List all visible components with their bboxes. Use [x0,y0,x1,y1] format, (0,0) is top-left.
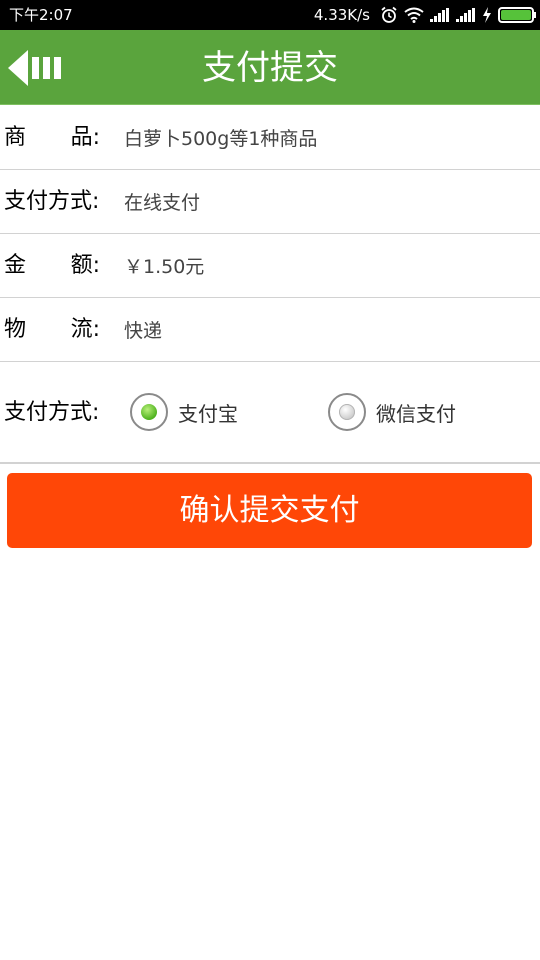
status-icons: 4.33K/s [313,4,536,26]
product-label: 商 品: [4,125,100,150]
status-bar: 下午2:07 4.33K/s [0,0,540,30]
payment-method-label: 支付方式: [4,189,100,214]
order-info-list: 商 品: 白萝卜500g等1种商品 支付方式: 在线支付 金 额: ￥1.50元… [0,106,540,362]
payment-option-row: 支付方式: 支付宝 微信支付 [0,362,540,464]
page-title: 支付提交 [202,48,338,88]
product-row: 商 品: 白萝卜500g等1种商品 [0,106,540,170]
wifi-icon [404,7,424,23]
wechat-pay-label: 微信支付 [376,401,456,426]
status-time: 下午2:07 [9,6,73,24]
confirm-submit-payment-button[interactable]: 确认提交支付 [7,473,532,548]
payment-option-label: 支付方式: [4,400,100,425]
signal-icon [456,8,475,22]
network-speed: 4.33K/s [313,6,370,24]
alipay-label: 支付宝 [178,401,238,426]
battery-icon [498,7,536,23]
amount-row: 金 额: ￥1.50元 [0,234,540,298]
app-bar: 支付提交 [0,30,540,105]
payment-method-value: 在线支付 [124,192,201,214]
amount-label: 金 额: [4,253,100,278]
wechat-pay-radio[interactable]: 微信支付 [328,389,456,435]
product-value: 白萝卜500g等1种商品 [124,128,318,150]
alarm-icon [381,6,397,23]
signal-icon [430,8,449,22]
charging-icon [483,7,491,23]
alipay-radio[interactable]: 支付宝 [130,389,238,435]
radio-checked-icon [130,393,168,431]
payment-method-row: 支付方式: 在线支付 [0,170,540,234]
shipping-value: 快递 [124,320,163,342]
amount-value: ￥1.50元 [124,256,205,278]
radio-unchecked-icon [328,393,366,431]
shipping-row: 物 流: 快递 [0,298,540,362]
shipping-label: 物 流: [4,317,100,342]
